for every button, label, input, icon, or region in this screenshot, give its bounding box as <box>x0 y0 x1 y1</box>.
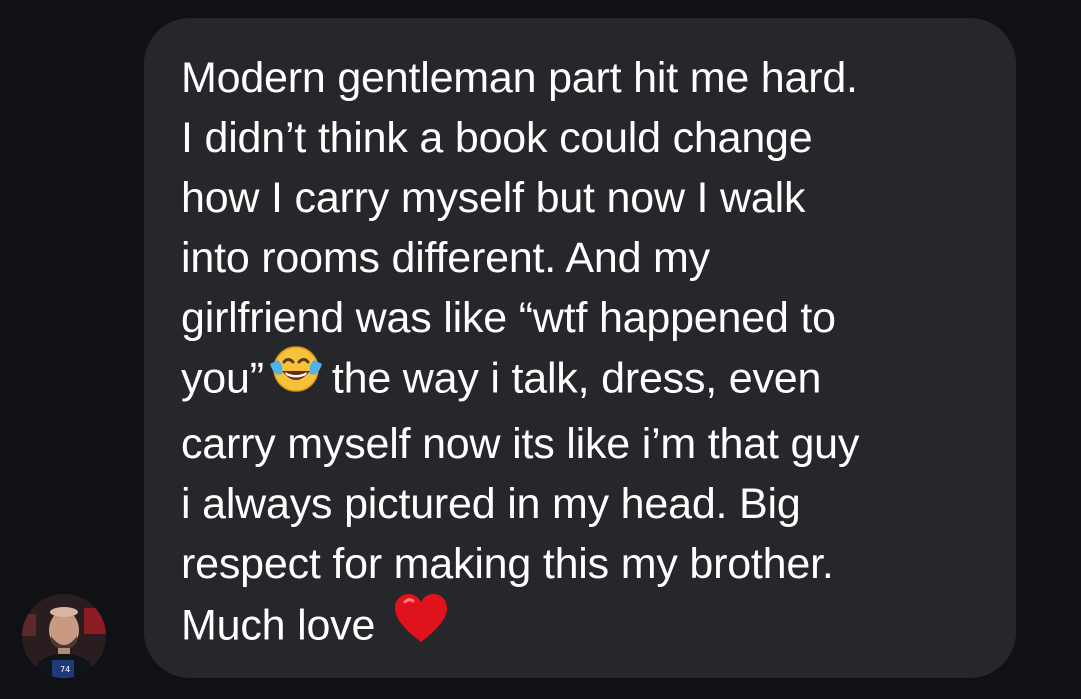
face-with-tears-of-joy-icon <box>268 344 324 410</box>
message-line: how I carry myself but now I walk <box>181 174 806 222</box>
svg-text:74: 74 <box>60 665 70 674</box>
message-line: girlfriend was like “wtf happened to <box>181 294 836 342</box>
red-heart-icon <box>393 592 449 660</box>
chat-screen: 74 Modern gentleman part hit me hard. I … <box>0 0 1081 699</box>
message-line-part: you” <box>181 354 264 403</box>
message-line: carry myself now its like i’m that guy <box>181 420 860 468</box>
message-line-with-emoji: Much love <box>181 594 986 662</box>
message-line: I didn’t think a book could change <box>181 114 813 162</box>
sender-avatar[interactable]: 74 <box>22 594 106 678</box>
profile-photo-icon: 74 <box>22 594 106 678</box>
message-bubble[interactable]: Modern gentleman part hit me hard. I did… <box>144 18 1016 678</box>
message-line: respect for making this my brother. <box>181 540 834 588</box>
message-text: Modern gentleman part hit me hard. I did… <box>181 48 986 662</box>
message-line-part: the way i talk, dress, even <box>331 354 822 403</box>
message-line: i always pictured in my head. Big <box>181 480 801 528</box>
message-line-part: Much love <box>181 601 376 650</box>
message-line: into rooms different. And my <box>181 234 710 282</box>
message-line: Modern gentleman part hit me hard. <box>181 54 858 102</box>
message-line-with-emoji: you” the way i talk, dress, even <box>181 346 986 414</box>
